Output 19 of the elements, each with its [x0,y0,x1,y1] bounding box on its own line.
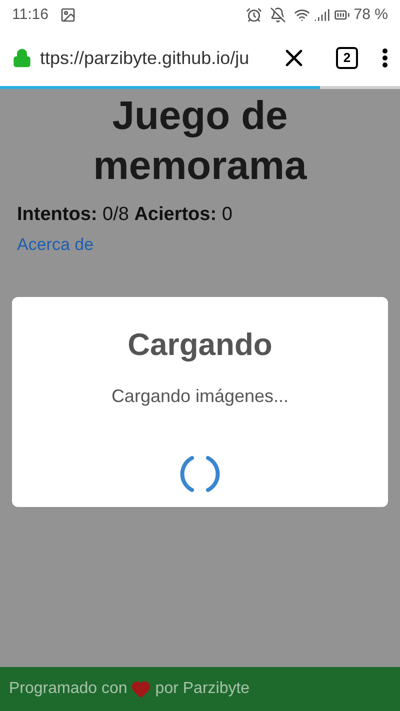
heart-icon [131,679,152,699]
status-time: 11:16 [12,4,48,25]
game-stats: Intentos: 0/8 Aciertos: 0 [17,203,234,227]
footer-text: por Parzibyte [155,679,250,699]
dialog-message: Cargando imágenes... [111,384,289,408]
wifi-icon [294,7,310,23]
bell-off-icon [270,7,286,23]
dialog-title: Cargando [128,326,272,364]
tab-count-button[interactable]: 2 [336,47,358,69]
page-title: Juego de memorama [92,93,308,190]
image-icon [60,7,76,23]
lock-icon [12,48,32,68]
signal-icon [314,7,330,23]
battery-level: 78 % [354,4,388,25]
alarm-icon [246,7,262,23]
footer-text: Programado con [9,679,128,699]
menu-icon [382,48,388,68]
menu-button[interactable] [382,48,388,68]
url-field[interactable]: ttps://parzibyte.github.io/ju [40,44,262,72]
